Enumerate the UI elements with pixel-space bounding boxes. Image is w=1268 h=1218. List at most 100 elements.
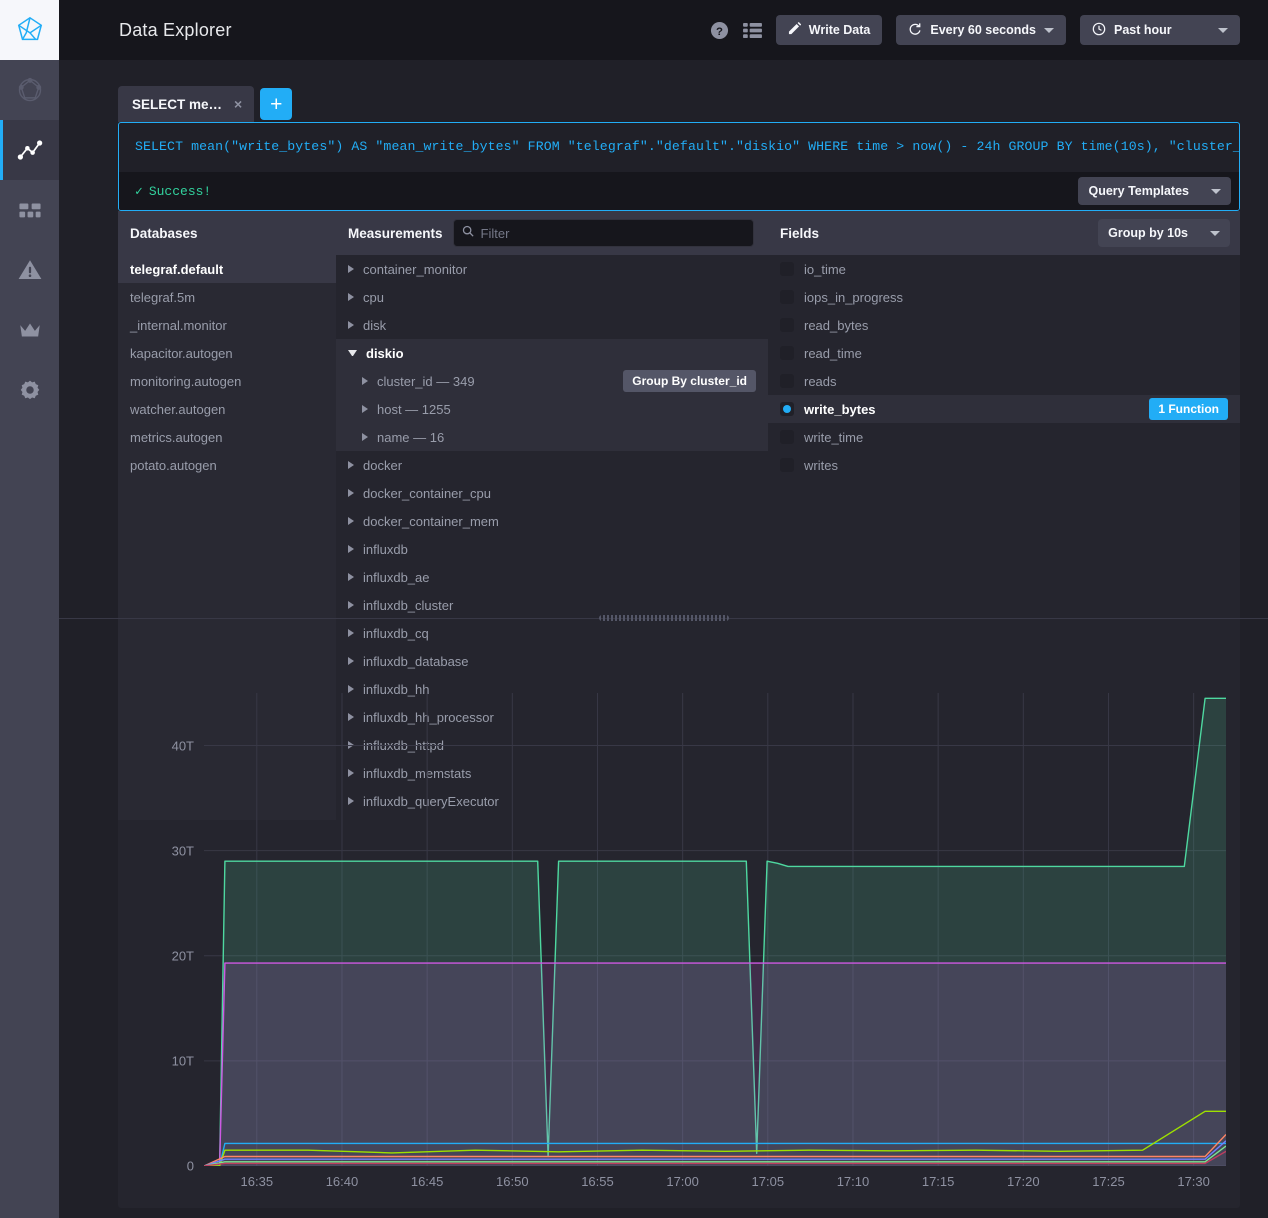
chevron-down-icon [1211, 189, 1221, 194]
refresh-interval-dropdown[interactable]: Every 60 seconds [896, 15, 1066, 45]
database-item[interactable]: potato.autogen [118, 451, 336, 479]
query-editor: SELECT mean("write_bytes") AS "mean_writ… [118, 122, 1240, 211]
measurements-filter[interactable] [453, 219, 754, 247]
query-templates-dropdown[interactable]: Query Templates [1078, 177, 1231, 205]
measurement-label: docker [363, 458, 402, 473]
group-by-time-dropdown[interactable]: Group by 10s [1098, 219, 1230, 247]
x-axis-tick-label: 16:40 [326, 1174, 359, 1189]
x-axis: 16:3516:4016:4516:5016:5517:0017:0517:10… [204, 1166, 1226, 1200]
chevron-down-icon [1044, 28, 1054, 33]
x-axis-tick-label: 17:30 [1177, 1174, 1210, 1189]
add-query-button[interactable]: + [260, 88, 292, 120]
tag-key-item[interactable]: host — 1255 [336, 395, 768, 423]
measurement-label: influxdb [363, 542, 408, 557]
group-by-tag-button[interactable]: Group By cluster_id [623, 370, 756, 392]
check-icon: ✓ [135, 184, 143, 199]
status-badge: ✓Success! [135, 184, 211, 199]
field-item[interactable]: write_bytes 1 Function [768, 395, 1240, 423]
nav-item-configuration[interactable] [0, 360, 59, 420]
nav-item-admin[interactable] [0, 300, 59, 360]
database-item[interactable]: telegraf.default [118, 255, 336, 283]
time-range-dropdown[interactable]: Past hour [1080, 15, 1240, 45]
field-checkbox[interactable] [780, 402, 794, 416]
tag-key-item[interactable]: name — 16 [336, 423, 768, 451]
nav-item-hosts[interactable] [0, 60, 59, 120]
chevron-right-icon [348, 657, 354, 665]
list-lines-icon[interactable] [743, 22, 762, 39]
field-label: write_time [804, 430, 863, 445]
measurement-item[interactable]: disk [336, 311, 768, 339]
field-item[interactable]: writes [768, 451, 1240, 479]
search-input[interactable] [481, 226, 745, 241]
nav-item-alerting[interactable] [0, 240, 59, 300]
database-label: monitoring.autogen [130, 374, 241, 389]
field-label: write_bytes [804, 402, 876, 417]
field-checkbox[interactable] [780, 318, 794, 332]
measurement-item[interactable]: docker_container_mem [336, 507, 768, 535]
database-item[interactable]: _internal.monitor [118, 311, 336, 339]
x-axis-tick-label: 17:20 [1007, 1174, 1040, 1189]
database-item[interactable]: telegraf.5m [118, 283, 336, 311]
field-checkbox[interactable] [780, 430, 794, 444]
close-icon[interactable]: × [234, 96, 242, 112]
chevron-right-icon [348, 685, 354, 693]
resize-grip[interactable] [599, 615, 729, 621]
field-checkbox[interactable] [780, 458, 794, 472]
chevron-right-icon [348, 629, 354, 637]
database-item[interactable]: metrics.autogen [118, 423, 336, 451]
database-item[interactable]: monitoring.autogen [118, 367, 336, 395]
measurement-item[interactable]: cpu [336, 283, 768, 311]
measurement-label: container_monitor [363, 262, 467, 277]
chevron-right-icon [348, 489, 354, 497]
chevron-right-icon [348, 321, 354, 329]
measurement-item[interactable]: docker [336, 451, 768, 479]
field-checkbox[interactable] [780, 374, 794, 388]
field-item[interactable]: read_bytes [768, 311, 1240, 339]
query-status-bar: ✓Success! Query Templates [119, 172, 1239, 210]
chevron-right-icon [348, 265, 354, 273]
field-label: writes [804, 458, 838, 473]
field-item[interactable]: read_time [768, 339, 1240, 367]
influxdb-logo-icon[interactable] [0, 0, 59, 60]
database-item[interactable]: watcher.autogen [118, 395, 336, 423]
field-item[interactable]: reads [768, 367, 1240, 395]
measurement-item[interactable]: influxdb_ae [336, 563, 768, 591]
main-area: Data Explorer ? [59, 0, 1268, 1218]
write-data-button[interactable]: Write Data [776, 15, 883, 45]
x-axis-tick-label: 17:25 [1092, 1174, 1125, 1189]
tag-key-item[interactable]: cluster_id — 349Group By cluster_id [336, 367, 768, 395]
measurement-item[interactable]: container_monitor [336, 255, 768, 283]
query-text[interactable]: SELECT mean("write_bytes") AS "mean_writ… [119, 123, 1239, 172]
refresh-interval-label: Every 60 seconds [930, 23, 1036, 37]
question-mark-icon[interactable]: ? [710, 21, 729, 40]
nav-item-dashboards[interactable] [0, 180, 59, 240]
nav-item-data-explorer[interactable] [0, 120, 59, 180]
measurement-item[interactable]: docker_container_cpu [336, 479, 768, 507]
field-item[interactable]: io_time [768, 255, 1240, 283]
measurement-item[interactable]: influxdb [336, 535, 768, 563]
y-axis-tick-label: 30T [172, 843, 194, 858]
field-function-button[interactable]: 1 Function [1149, 398, 1228, 420]
x-axis-tick-label: 17:10 [837, 1174, 870, 1189]
field-checkbox[interactable] [780, 262, 794, 276]
page-title: Data Explorer [119, 20, 232, 41]
y-axis: 010T20T30T40T [132, 693, 204, 1200]
database-label: telegraf.5m [130, 290, 195, 305]
time-range-label: Past hour [1114, 23, 1172, 37]
field-checkbox[interactable] [780, 346, 794, 360]
database-label: telegraf.default [130, 262, 223, 277]
plot-area[interactable] [204, 693, 1226, 1166]
measurements-header-cell: Measurements [336, 211, 768, 255]
field-item[interactable]: write_time [768, 423, 1240, 451]
x-axis-tick-label: 16:45 [411, 1174, 444, 1189]
database-label: kapacitor.autogen [130, 346, 233, 361]
database-item[interactable]: kapacitor.autogen [118, 339, 336, 367]
chart: 010T20T30T40T 16:3516:4016:4516:5016:551… [132, 693, 1226, 1200]
field-item[interactable]: iops_in_progress [768, 283, 1240, 311]
measurement-label: influxdb_cq [363, 626, 429, 641]
field-checkbox[interactable] [780, 290, 794, 304]
panel-resizer[interactable] [59, 609, 1268, 627]
query-tab[interactable]: SELECT me… × [118, 86, 254, 122]
measurement-item[interactable]: influxdb_database [336, 647, 768, 675]
measurement-item[interactable]: diskio [336, 339, 768, 367]
